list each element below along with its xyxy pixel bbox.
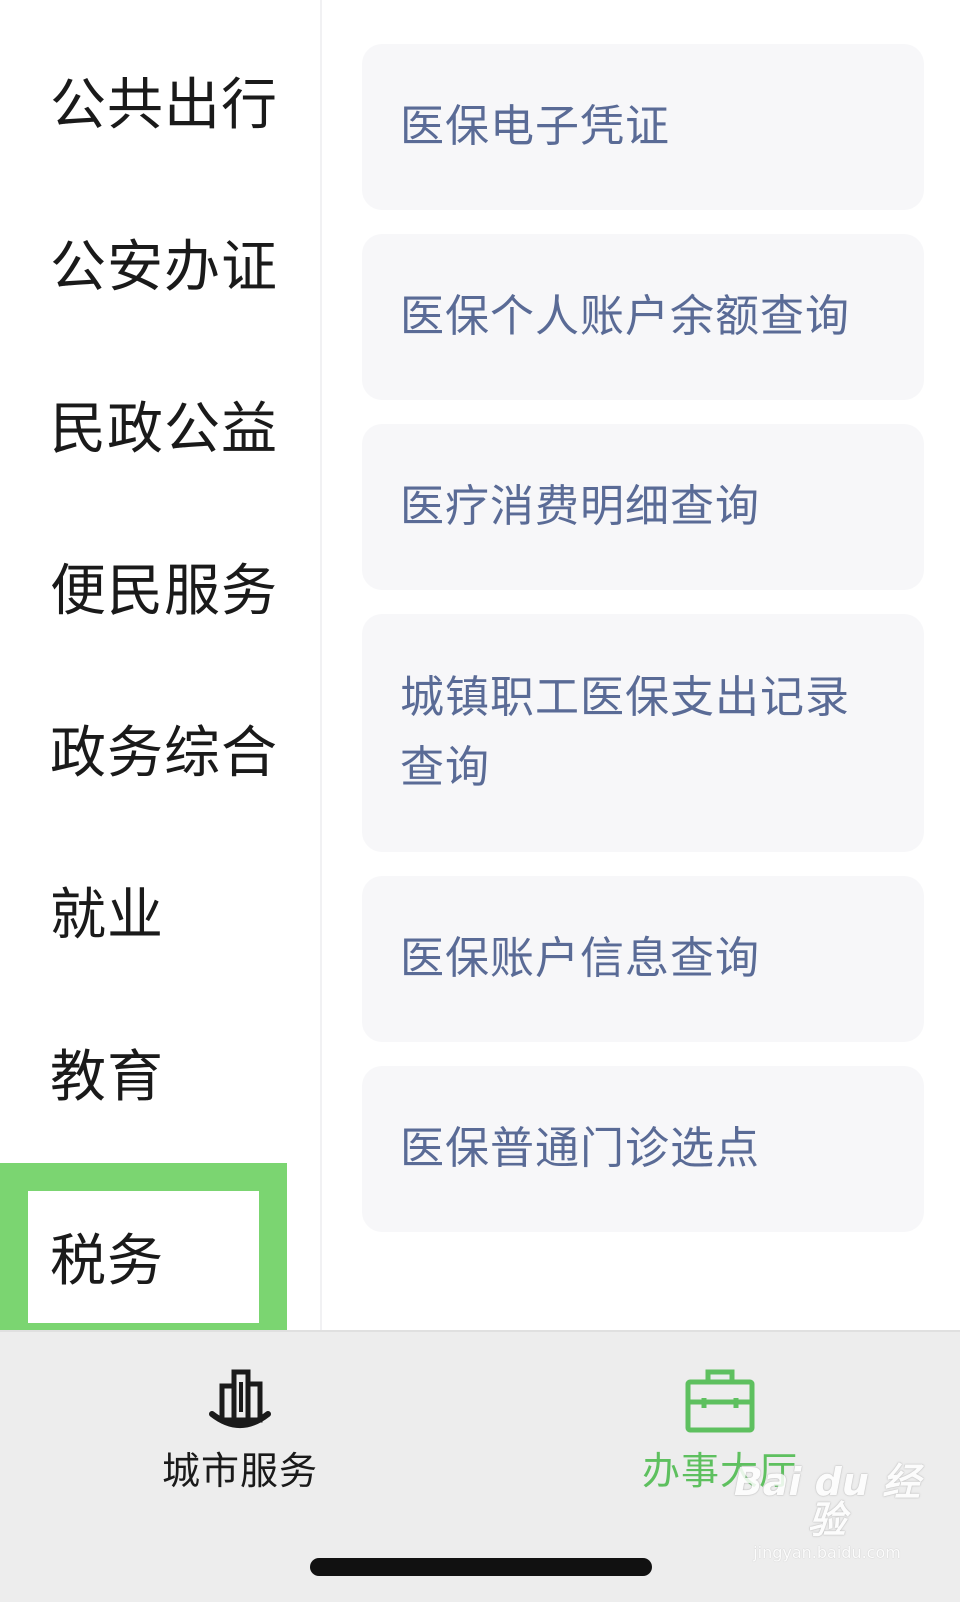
sidebar-item-government[interactable]: 政务综合 — [0, 672, 322, 836]
service-card-account-info[interactable]: 医保账户信息查询 — [362, 876, 924, 1042]
service-card-account-balance[interactable]: 医保个人账户余额查询 — [362, 234, 924, 400]
sidebar-item-public-security[interactable]: 公安办证 — [0, 186, 322, 350]
service-card-label: 医保普通门诊选点 — [400, 1123, 760, 1174]
briefcase-icon — [685, 1369, 755, 1433]
service-card-label: 医保账户信息查询 — [400, 933, 760, 984]
tab-city-services[interactable]: 城市服务 — [90, 1362, 390, 1522]
sidebar-item-label: 公安办证 — [50, 235, 278, 300]
sidebar-item-label: 民政公益 — [50, 397, 278, 462]
sidebar-item-tax[interactable]: 税务 — [0, 1180, 260, 1344]
service-card-label: 城镇职工医保支出记录查询 — [400, 672, 850, 793]
service-card-label: 医疗消费明细查询 — [400, 481, 760, 532]
sidebar-item-education[interactable]: 教育 — [0, 996, 322, 1160]
watermark-main-text: Bai du 经验 — [733, 1460, 921, 1542]
tab-label: 城市服务 — [161, 1449, 318, 1493]
sidebar-item-civil-affairs[interactable]: 民政公益 — [0, 348, 322, 512]
sidebar-item-label: 便民服务 — [50, 559, 278, 624]
service-card-medical-insurance-e-voucher[interactable]: 医保电子凭证 — [362, 44, 924, 210]
service-card-outpatient-selection[interactable]: 医保普通门诊选点 — [362, 1066, 924, 1232]
service-card-label: 医保个人账户余额查询 — [400, 291, 850, 342]
sidebar-item-convenience[interactable]: 便民服务 — [0, 510, 322, 674]
city-building-icon — [209, 1369, 271, 1428]
home-indicator[interactable] — [310, 1558, 652, 1576]
sidebar-item-label: 就业 — [50, 883, 164, 948]
service-card-label: 医保电子凭证 — [400, 101, 670, 152]
category-sidebar: 公共出行 公安办证 民政公益 便民服务 政务综合 就业 教育 — [0, 0, 322, 1330]
baidu-jingyan-watermark: Bai du 经验 jingyan.baidu.com — [732, 1463, 922, 1562]
watermark-url: jingyan.baidu.com — [753, 1543, 901, 1562]
sidebar-item-label: 政务综合 — [50, 721, 278, 786]
sidebar-item-employment[interactable]: 就业 — [0, 834, 322, 998]
service-card-consumption-details[interactable]: 医疗消费明细查询 — [362, 424, 924, 590]
sidebar-item-label: 税务 — [50, 1229, 164, 1294]
service-card-expense-records[interactable]: 城镇职工医保支出记录查询 — [362, 614, 924, 852]
sidebar-item-public-transport[interactable]: 公共出行 — [0, 24, 322, 188]
sidebar-item-label: 教育 — [50, 1045, 164, 1110]
sidebar-item-label: 公共出行 — [50, 73, 278, 138]
